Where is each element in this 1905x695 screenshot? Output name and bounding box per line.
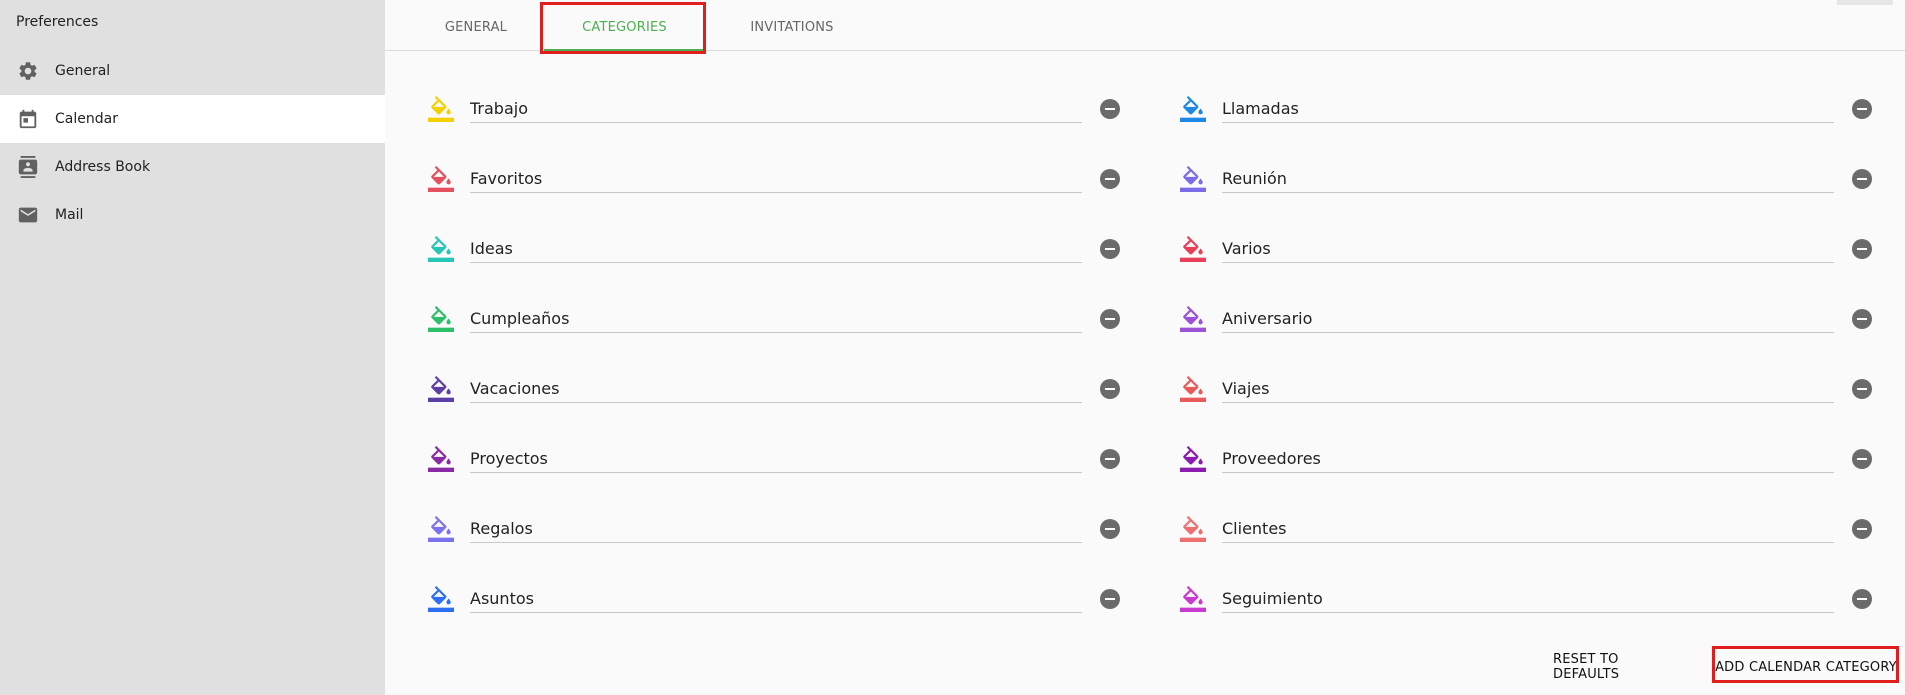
remove-category-icon[interactable]	[1852, 169, 1872, 189]
color-picker-icon[interactable]	[428, 166, 454, 192]
sidebar-item-label: Mail	[55, 207, 84, 223]
color-picker-icon[interactable]	[428, 446, 454, 472]
sidebar-item-label: General	[55, 63, 111, 79]
color-picker-icon[interactable]	[1180, 306, 1206, 332]
category-name-field[interactable]: Asuntos	[470, 586, 1082, 613]
color-picker-icon[interactable]	[428, 586, 454, 612]
color-picker-icon[interactable]	[428, 516, 454, 542]
color-picker-icon[interactable]	[1180, 586, 1206, 612]
remove-category-icon[interactable]	[1100, 309, 1120, 329]
category-name-field[interactable]: Seguimiento	[1222, 586, 1834, 613]
preferences-sidebar: Preferences General Calendar Address Boo…	[0, 0, 385, 695]
sidebar-item-label: Address Book	[55, 159, 151, 175]
sidebar-item-address-book[interactable]: Address Book	[0, 143, 385, 191]
category-row: Proyectos	[385, 436, 1120, 484]
category-row: Cumpleaños	[385, 296, 1120, 344]
remove-category-icon[interactable]	[1100, 589, 1120, 609]
remove-category-icon[interactable]	[1100, 239, 1120, 259]
category-row: Regalos	[385, 506, 1120, 554]
category-row: Reunión	[1137, 156, 1872, 204]
remove-category-icon[interactable]	[1852, 519, 1872, 539]
category-row: Aniversario	[1137, 296, 1872, 344]
category-name-field[interactable]: Reunión	[1222, 166, 1834, 193]
color-picker-icon[interactable]	[1180, 166, 1206, 192]
category-name-field[interactable]: Ideas	[470, 236, 1082, 263]
remove-category-icon[interactable]	[1100, 379, 1120, 399]
remove-category-icon[interactable]	[1852, 309, 1872, 329]
category-name-field[interactable]: Proyectos	[470, 446, 1082, 473]
remove-category-icon[interactable]	[1852, 379, 1872, 399]
category-row: Viajes	[1137, 366, 1872, 414]
mail-icon	[16, 203, 40, 227]
category-row: Asuntos	[385, 576, 1120, 624]
remove-category-icon[interactable]	[1852, 589, 1872, 609]
category-row: Seguimiento	[1137, 576, 1872, 624]
tab-general[interactable]: GENERAL	[421, 5, 531, 50]
sidebar-item-label: Calendar	[55, 111, 118, 127]
color-picker-icon[interactable]	[428, 376, 454, 402]
color-picker-icon[interactable]	[428, 96, 454, 122]
category-row: Varios	[1137, 226, 1872, 274]
category-name-field[interactable]: Favoritos	[470, 166, 1082, 193]
color-picker-icon[interactable]	[1180, 376, 1206, 402]
category-row: Clientes	[1137, 506, 1872, 554]
category-row: Favoritos	[385, 156, 1120, 204]
category-row: Trabajo	[385, 86, 1120, 134]
color-picker-icon[interactable]	[1180, 236, 1206, 262]
remove-category-icon[interactable]	[1852, 239, 1872, 259]
remove-category-icon[interactable]	[1100, 169, 1120, 189]
category-name-field[interactable]: Aniversario	[1222, 306, 1834, 333]
tab-invitations[interactable]: INVITATIONS	[728, 5, 856, 50]
tab-bar: GENERAL CATEGORIES INVITATIONS	[385, 5, 1905, 51]
color-picker-icon[interactable]	[1180, 446, 1206, 472]
remove-category-icon[interactable]	[1100, 449, 1120, 469]
category-row: Ideas	[385, 226, 1120, 274]
sidebar-title: Preferences	[16, 14, 99, 30]
remove-category-icon[interactable]	[1100, 99, 1120, 119]
category-name-field[interactable]: Llamadas	[1222, 96, 1834, 123]
reset-to-defaults-button[interactable]: RESET TO DEFAULTS	[1553, 652, 1681, 682]
contacts-icon	[16, 155, 40, 179]
category-name-field[interactable]: Varios	[1222, 236, 1834, 263]
sidebar-item-mail[interactable]: Mail	[0, 191, 385, 239]
category-name-field[interactable]: Cumpleaños	[470, 306, 1082, 333]
color-picker-icon[interactable]	[1180, 516, 1206, 542]
category-name-field[interactable]: Proveedores	[1222, 446, 1834, 473]
add-calendar-category-button[interactable]: ADD CALENDAR CATEGORY	[1715, 652, 1897, 682]
preferences-main: GENERAL CATEGORIES INVITATIONS Trabajo Fa…	[385, 0, 1905, 695]
category-name-field[interactable]: Viajes	[1222, 376, 1834, 403]
sidebar-item-general[interactable]: General	[0, 47, 385, 95]
sidebar-item-calendar[interactable]: Calendar	[0, 95, 385, 143]
category-name-field[interactable]: Vacaciones	[470, 376, 1082, 403]
gear-icon	[16, 59, 40, 83]
color-picker-icon[interactable]	[1180, 96, 1206, 122]
category-name-field[interactable]: Clientes	[1222, 516, 1834, 543]
color-picker-icon[interactable]	[428, 236, 454, 262]
category-row: Llamadas	[1137, 86, 1872, 134]
color-picker-icon[interactable]	[428, 306, 454, 332]
remove-category-icon[interactable]	[1852, 449, 1872, 469]
calendar-icon	[16, 107, 40, 131]
tab-categories[interactable]: CATEGORIES	[544, 5, 705, 51]
remove-category-icon[interactable]	[1852, 99, 1872, 119]
category-name-field[interactable]: Regalos	[470, 516, 1082, 543]
category-name-field[interactable]: Trabajo	[470, 96, 1082, 123]
remove-category-icon[interactable]	[1100, 519, 1120, 539]
category-row: Vacaciones	[385, 366, 1120, 414]
category-row: Proveedores	[1137, 436, 1872, 484]
